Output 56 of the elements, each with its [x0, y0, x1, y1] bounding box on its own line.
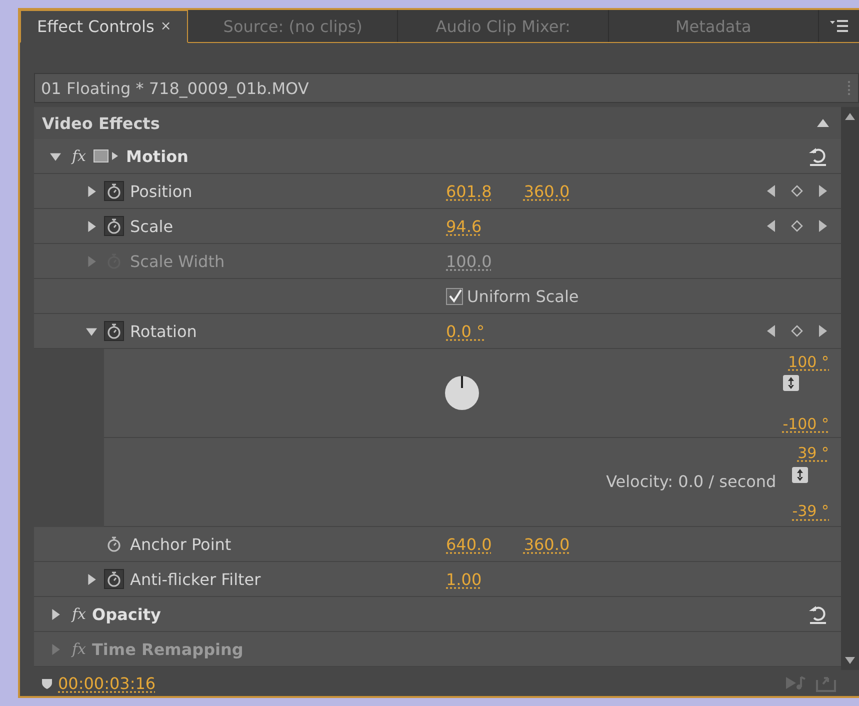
property-value[interactable]: 1.00 — [446, 570, 482, 588]
transform-box-icon[interactable] — [92, 148, 120, 164]
expand-triangle-icon[interactable] — [50, 608, 60, 620]
property-value[interactable]: 601.8 — [446, 182, 492, 200]
collapse-triangle-icon[interactable] — [50, 150, 60, 162]
property-value[interactable]: 360.0 — [524, 182, 570, 200]
stopwatch-icon[interactable] — [104, 321, 124, 341]
graph-min-value[interactable]: -39 ° — [792, 502, 829, 520]
property-name: Scale — [130, 216, 174, 236]
stopwatch-icon[interactable] — [104, 216, 124, 236]
property-name: Scale Width — [130, 252, 225, 270]
checkbox-label: Uniform Scale — [467, 286, 579, 306]
stepper-icon[interactable] — [792, 467, 808, 484]
keyframe-navigator-icon[interactable] — [765, 183, 829, 199]
velocity-label: Velocity: 0.0 / second — [606, 472, 776, 492]
reset-icon[interactable] — [807, 603, 829, 625]
panel-menu-icon[interactable] — [830, 20, 848, 32]
close-tab-button[interactable]: × — [160, 19, 172, 34]
collapse-section-icon[interactable] — [817, 119, 829, 127]
stopwatch-icon[interactable] — [104, 181, 124, 201]
keyframe-navigator-icon[interactable] — [765, 323, 829, 339]
panel-tab[interactable]: Effect Controls × — [20, 10, 188, 43]
graph-max-value[interactable]: 100 ° — [788, 353, 829, 371]
stepper-icon[interactable] — [782, 375, 799, 391]
property-value[interactable]: 640.0 — [446, 534, 492, 554]
collapse-triangle-icon[interactable] — [86, 326, 96, 336]
effect-name: Time Remapping — [92, 640, 244, 658]
property-value[interactable]: 360.0 — [524, 534, 570, 554]
checkbox[interactable] — [446, 288, 463, 304]
timecode[interactable]: 00:00:03:16 — [58, 674, 156, 692]
drag-handle-icon[interactable] — [848, 81, 852, 95]
fx-label[interactable]: fx — [72, 605, 86, 623]
keyframe-navigator-icon[interactable] — [765, 218, 829, 234]
property-name: Position — [130, 182, 192, 200]
reset-icon[interactable] — [807, 145, 829, 167]
property-value[interactable]: 94.6 — [446, 216, 482, 236]
shield-icon — [42, 678, 52, 688]
scroll-up-icon[interactable] — [845, 113, 855, 120]
effect-name: Opacity — [92, 604, 161, 624]
rotation-dial-icon[interactable] — [444, 375, 480, 411]
section-title: Video Effects — [42, 114, 160, 132]
expand-triangle-icon[interactable] — [86, 220, 96, 232]
graph-max-value[interactable]: 39 ° — [798, 444, 829, 462]
expand-triangle-icon[interactable] — [86, 186, 96, 196]
expand-triangle-icon[interactable] — [86, 574, 96, 584]
scrollbar[interactable] — [841, 107, 859, 670]
graph-min-value[interactable]: -100 ° — [782, 415, 829, 433]
property-name: Anchor Point — [130, 534, 232, 554]
effect-name: Motion — [126, 146, 188, 166]
fx-label[interactable]: fx — [72, 147, 86, 165]
property-value[interactable]: 0.0 ° — [446, 322, 485, 340]
scroll-down-icon[interactable] — [845, 657, 855, 664]
stopwatch-icon[interactable] — [104, 569, 124, 589]
property-name: Rotation — [130, 322, 197, 340]
clip-name: 01 Floating * 718_0009_01b.MOV — [41, 78, 309, 98]
property-name: Anti-flicker Filter — [130, 570, 261, 588]
